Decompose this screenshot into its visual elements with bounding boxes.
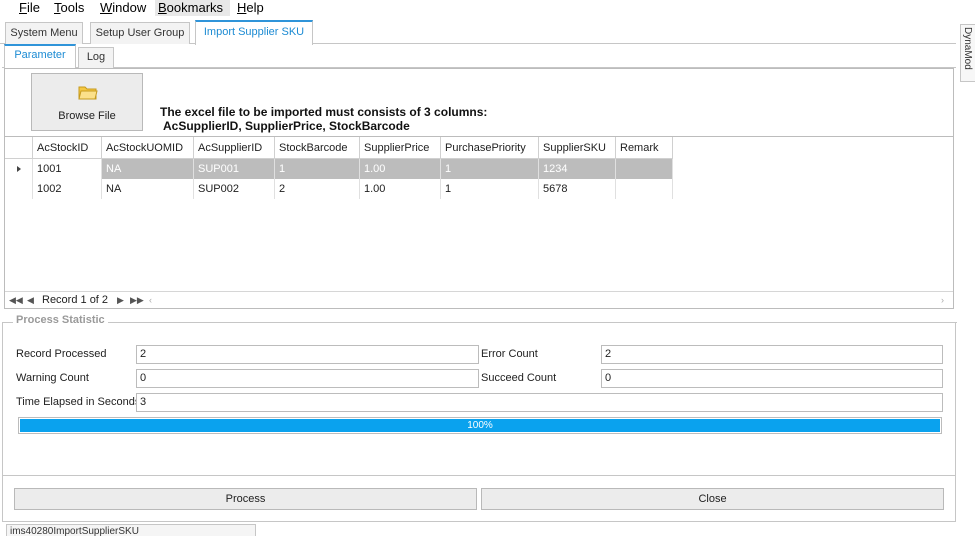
browse-file-label: Browse File [58, 110, 116, 122]
table-cell[interactable]: 1 [441, 159, 539, 179]
process-statistic-title: Process Statistic [13, 314, 108, 326]
column-header[interactable]: SupplierSKU [539, 137, 616, 159]
error-count-field[interactable]: 2 [601, 345, 943, 364]
table-cell[interactable]: 1001 [33, 159, 102, 179]
record-navigator: ◀◀ ◀ Record 1 of 2 ▶ ▶▶ ‹ › [5, 291, 953, 308]
menu-help[interactable]: Help [234, 0, 267, 16]
scroll-right-icon[interactable]: › [941, 293, 944, 307]
side-tab-dynamod[interactable]: DynaMod [960, 24, 975, 82]
column-header[interactable]: SupplierPrice [360, 137, 441, 159]
row-indicator [5, 159, 33, 179]
previous-record-icon[interactable]: ◀ [27, 293, 34, 307]
table-cell[interactable] [616, 179, 673, 199]
menu-tools[interactable]: Tools [51, 0, 87, 16]
warning-count-field[interactable]: 0 [136, 369, 479, 388]
browse-file-button[interactable]: Browse File [31, 73, 143, 131]
table-cell[interactable]: SUP002 [194, 179, 275, 199]
succeed-count-field[interactable]: 0 [601, 369, 943, 388]
import-instructions: The excel file to be imported must consi… [160, 105, 487, 133]
menu-file[interactable]: File [16, 0, 43, 16]
document-tab-strip: System Menu Setup User Group Import Supp… [0, 20, 956, 45]
process-statistic-group: Process Statistic Record Processed 2 Err… [2, 314, 957, 476]
supplier-sku-grid[interactable]: AcStockID AcStockUOMID AcSupplierID Stoc… [4, 136, 954, 309]
grid-indicator-header [5, 137, 33, 159]
progress-fill: 100% [20, 419, 940, 432]
tab-log[interactable]: Log [78, 47, 114, 68]
time-elapsed-field[interactable]: 3 [136, 393, 943, 412]
scroll-left-icon[interactable]: ‹ [149, 293, 152, 307]
menu-window[interactable]: Window [97, 0, 149, 16]
column-header[interactable]: AcStockID [33, 137, 102, 159]
folder-icon [78, 86, 98, 100]
first-record-icon[interactable]: ◀◀ [9, 293, 23, 307]
tab-parameter[interactable]: Parameter [4, 44, 76, 69]
table-cell[interactable]: NA [102, 179, 194, 199]
column-header[interactable]: Remark [616, 137, 673, 159]
column-header[interactable]: PurchasePriority [441, 137, 539, 159]
table-cell[interactable]: 1 [275, 159, 360, 179]
instructions-line-2: AcSupplierID, SupplierPrice, StockBarcod… [163, 119, 410, 133]
current-row-arrow-icon [17, 166, 21, 172]
menu-bar: File Tools Window Bookmarks Help [0, 0, 960, 16]
table-row[interactable]: 1001 NA SUP001 1 1.00 1 1234 [5, 159, 673, 179]
table-cell[interactable]: 1.00 [360, 179, 441, 199]
parameter-tab-strip: Parameter Log [2, 44, 956, 69]
close-button[interactable]: Close [481, 488, 944, 510]
error-count-label: Error Count [481, 348, 538, 360]
table-cell[interactable]: NA [102, 159, 194, 179]
table-row[interactable]: 1002 NA SUP002 2 1.00 1 5678 [5, 179, 673, 199]
tab-import-supplier-sku[interactable]: Import Supplier SKU [195, 20, 313, 45]
table-cell[interactable]: 1 [441, 179, 539, 199]
tab-system-menu[interactable]: System Menu [5, 22, 83, 44]
table-cell[interactable]: 1234 [539, 159, 616, 179]
table-cell[interactable]: 5678 [539, 179, 616, 199]
group-divider [3, 322, 957, 323]
window-status-tab[interactable]: ims40280ImportSupplierSKU [6, 524, 256, 536]
table-cell[interactable]: 2 [275, 179, 360, 199]
time-elapsed-label: Time Elapsed in Seconds [16, 396, 141, 408]
succeed-count-label: Succeed Count [481, 372, 557, 384]
next-record-icon[interactable]: ▶ [117, 293, 124, 307]
table-cell[interactable] [616, 159, 673, 179]
menu-bookmarks[interactable]: Bookmarks [155, 0, 230, 16]
progress-bar: 100% [18, 417, 942, 434]
last-record-icon[interactable]: ▶▶ [130, 293, 144, 307]
column-header[interactable]: AcStockUOMID [102, 137, 194, 159]
record-processed-label: Record Processed [16, 348, 107, 360]
process-button[interactable]: Process [14, 488, 477, 510]
table-cell[interactable]: 1002 [33, 179, 102, 199]
record-position: Record 1 of 2 [42, 294, 109, 306]
column-header[interactable]: StockBarcode [275, 137, 360, 159]
grid-header: AcStockID AcStockUOMID AcSupplierID Stoc… [5, 137, 673, 159]
table-cell[interactable]: SUP001 [194, 159, 275, 179]
record-processed-field[interactable]: 2 [136, 345, 479, 364]
tab-setup-user-group[interactable]: Setup User Group [90, 22, 190, 44]
warning-count-label: Warning Count [16, 372, 89, 384]
row-indicator [5, 179, 33, 199]
instructions-line-1: The excel file to be imported must consi… [160, 105, 488, 119]
table-cell[interactable]: 1.00 [360, 159, 441, 179]
import-header: Browse File The excel file to be importe… [4, 68, 954, 136]
column-header[interactable]: AcSupplierID [194, 137, 275, 159]
